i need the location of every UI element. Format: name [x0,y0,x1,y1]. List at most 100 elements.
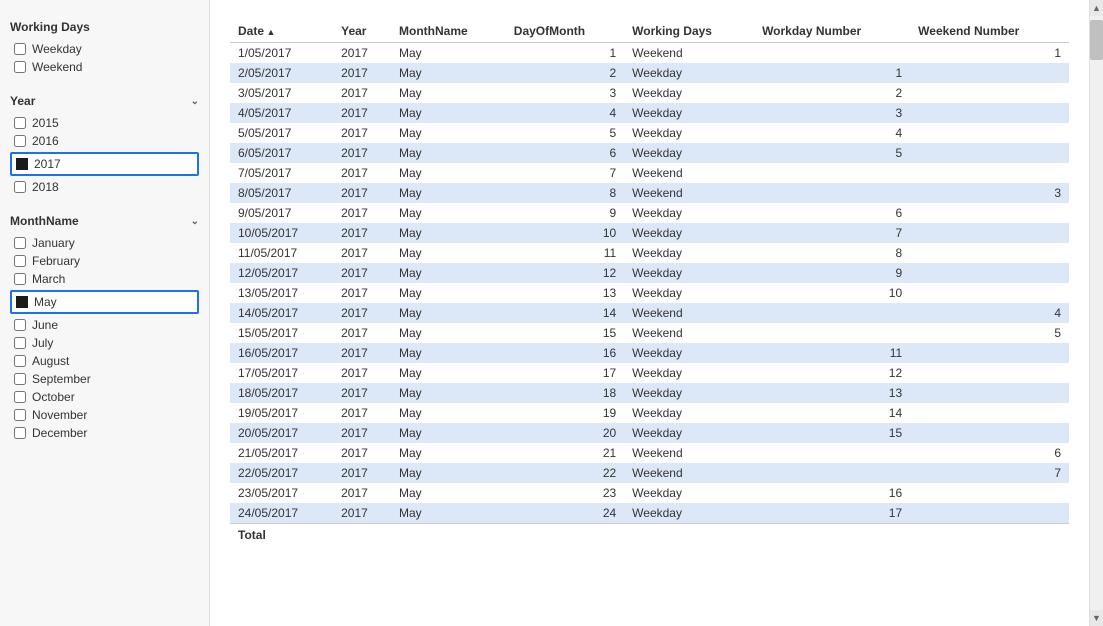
table-cell: 5 [910,323,1069,343]
filter-item-march[interactable]: March [10,270,199,288]
filter-title-monthname[interactable]: MonthName ⌄ [10,214,199,228]
filter-item-july[interactable]: July [10,334,199,352]
filter-item-january[interactable]: January [10,234,199,252]
table-cell: Weekend [624,443,754,463]
checkbox-january[interactable] [14,237,26,249]
label-november: November [32,408,87,422]
checkbox-june[interactable] [14,319,26,331]
checkbox-2016[interactable] [14,135,26,147]
table-cell [910,163,1069,183]
table-cell: 13 [754,383,910,403]
checkbox-july[interactable] [14,337,26,349]
table-footer-row: Total [230,524,1069,547]
table-cell: May [391,403,506,423]
filter-item-weekend[interactable]: Weekend [10,58,199,76]
table-cell: 6 [506,143,624,163]
filter-item-september[interactable]: September [10,370,199,388]
col-header-workingdays[interactable]: Working Days [624,20,754,43]
label-december: December [32,426,87,440]
table-cell: 10 [754,283,910,303]
checkbox-september[interactable] [14,373,26,385]
table-cell: 7/05/2017 [230,163,333,183]
table-cell: 1 [506,43,624,64]
filter-item-2015[interactable]: 2015 [10,114,199,132]
col-header-dayofmonth[interactable]: DayOfMonth [506,20,624,43]
table-cell: Weekday [624,403,754,423]
filter-item-weekday[interactable]: Weekday [10,40,199,58]
table-cell [910,223,1069,243]
table-cell: 2 [754,83,910,103]
table-cell: 16/05/2017 [230,343,333,363]
table-cell: 9 [506,203,624,223]
filter-item-february[interactable]: February [10,252,199,270]
col-header-workdaynumber[interactable]: Workday Number [754,20,910,43]
table-cell: 2017 [333,483,391,503]
checkbox-august[interactable] [14,355,26,367]
table-row: 10/05/20172017May10Weekday7 [230,223,1069,243]
checkbox-2018[interactable] [14,181,26,193]
table-cell: 2017 [333,223,391,243]
table-cell: 19 [506,403,624,423]
table-row: 17/05/20172017May17Weekday12 [230,363,1069,383]
table-cell: 2017 [333,263,391,283]
table-cell: 2017 [333,103,391,123]
table-cell: May [391,443,506,463]
table-cell: May [391,463,506,483]
checkbox-december[interactable] [14,427,26,439]
filter-item-december[interactable]: December [10,424,199,442]
col-header-date[interactable]: Date [230,20,333,43]
checkbox-filled-2017 [16,158,28,170]
table-cell: Weekend [624,163,754,183]
table-cell: 11 [754,343,910,363]
table-cell: 10 [506,223,624,243]
scrollbar-thumb[interactable] [1090,20,1103,60]
table-cell: 5 [754,143,910,163]
table-cell: 6/05/2017 [230,143,333,163]
table-cell: 3/05/2017 [230,83,333,103]
table-cell: 14/05/2017 [230,303,333,323]
filter-item-2017-selected[interactable]: 2017 [10,152,199,176]
table-row: 24/05/20172017May24Weekday17 [230,503,1069,524]
table-cell: 2017 [333,343,391,363]
scrollbar-down-button[interactable]: ▼ [1090,610,1103,626]
filter-item-2018[interactable]: 2018 [10,178,199,196]
filter-title-working-days: Working Days [10,20,199,34]
table-cell: May [391,203,506,223]
filter-item-june[interactable]: June [10,316,199,334]
filter-item-2016[interactable]: 2016 [10,132,199,150]
label-january: January [32,236,75,250]
chevron-down-icon-month: ⌄ [191,216,199,227]
table-row: 8/05/20172017May8Weekend3 [230,183,1069,203]
table-row: 23/05/20172017May23Weekday16 [230,483,1069,503]
table-row: 19/05/20172017May19Weekday14 [230,403,1069,423]
checkbox-february[interactable] [14,255,26,267]
col-header-weekendnumber[interactable]: Weekend Number [910,20,1069,43]
checkbox-weekday[interactable] [14,43,26,55]
filter-item-august[interactable]: August [10,352,199,370]
filter-item-november[interactable]: November [10,406,199,424]
chevron-down-icon: ⌄ [191,96,199,107]
label-march: March [32,272,65,286]
main-content: Date Year MonthName DayOfMonth Working D… [210,0,1089,626]
table-cell: 17 [506,363,624,383]
scrollbar-thumb-area[interactable] [1090,16,1103,610]
checkbox-2015[interactable] [14,117,26,129]
checkbox-weekend[interactable] [14,61,26,73]
table-cell: Weekday [624,503,754,524]
table-cell: Weekend [624,323,754,343]
table-cell: May [391,163,506,183]
filter-item-october[interactable]: October [10,388,199,406]
filter-title-year[interactable]: Year ⌄ [10,94,199,108]
table-cell: 6 [754,203,910,223]
scrollbar-track[interactable]: ▲ ▼ [1089,0,1103,626]
checkbox-november[interactable] [14,409,26,421]
table-container[interactable]: Date Year MonthName DayOfMonth Working D… [210,0,1089,626]
col-header-year[interactable]: Year [333,20,391,43]
col-header-monthname[interactable]: MonthName [391,20,506,43]
checkbox-march[interactable] [14,273,26,285]
checkbox-october[interactable] [14,391,26,403]
table-cell: May [391,243,506,263]
scrollbar-up-button[interactable]: ▲ [1090,0,1103,16]
filter-item-may-selected[interactable]: May [10,290,199,314]
table-cell: 5 [506,123,624,143]
